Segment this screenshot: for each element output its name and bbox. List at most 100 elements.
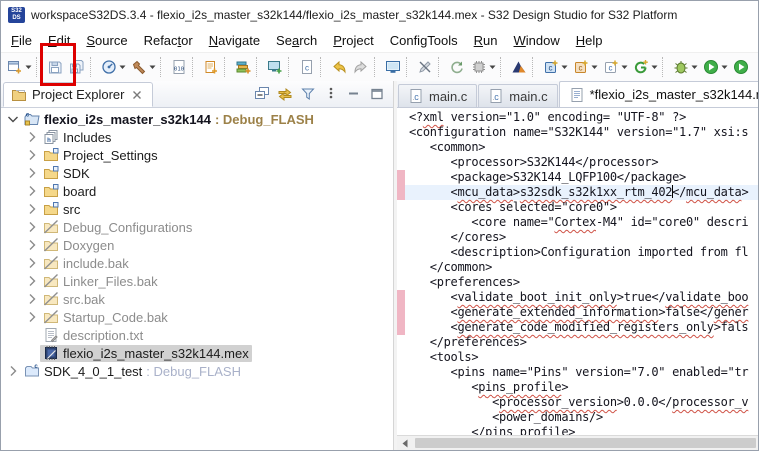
tree-item-debug-configurations[interactable]: Debug_Configurations — [1, 218, 393, 236]
code-line[interactable]: <generate_code_modified_registers_only>f… — [397, 320, 758, 335]
editor-tab-main-c[interactable]: c. main.c — [478, 84, 558, 107]
generate-code-button[interactable] — [630, 55, 660, 79]
code-line[interactable]: <mcu_data>s32sdk_s32k1xx_rtm_402</mcu_da… — [397, 185, 758, 200]
tree-item-flexio-i2s-master-s32k144[interactable]: c flexio_i2s_master_s32k144: Debug_FLASH — [1, 110, 393, 128]
binary-console-button[interactable]: 010 — [168, 55, 190, 79]
close-icon[interactable] — [129, 87, 145, 103]
tree-item-include-bak[interactable]: include.bak — [1, 254, 393, 272]
run-last-button[interactable] — [730, 55, 752, 79]
new-cpp-project-dropdown-icon[interactable] — [561, 65, 568, 70]
code-line[interactable]: <validate_boot_init_only>true</validate_… — [397, 290, 758, 305]
editor-tab-main-c[interactable]: c. main.c — [398, 84, 478, 107]
tree-item-description-txt[interactable]: description.txt — [1, 326, 393, 344]
menu-source[interactable]: Source — [78, 30, 135, 51]
code-line[interactable]: <cores selected="core0"> — [397, 200, 758, 215]
code-line[interactable]: <pins_profile> — [397, 380, 758, 395]
peripherals-button[interactable] — [232, 55, 254, 79]
chevron-right-icon[interactable] — [24, 165, 40, 181]
chevron-right-icon[interactable] — [24, 219, 40, 235]
tree-item-includes[interactable]: h Includes — [1, 128, 393, 146]
tree-item-startup-code-bak[interactable]: Startup_Code.bak — [1, 308, 393, 326]
tree-item-linker-files-bak[interactable]: Linker_Files.bak — [1, 272, 393, 290]
forward-button[interactable] — [350, 55, 372, 79]
target-device-dropdown-icon[interactable] — [489, 65, 496, 70]
menu-search[interactable]: Search — [268, 30, 325, 51]
chevron-down-icon[interactable] — [5, 111, 21, 127]
generate-code-dropdown-icon[interactable] — [651, 65, 658, 70]
menu-configtools[interactable]: ConfigTools — [382, 30, 466, 51]
run-button[interactable] — [700, 55, 730, 79]
tree-item-board[interactable]: board — [1, 182, 393, 200]
chevron-right-icon[interactable] — [24, 147, 40, 163]
back-button[interactable] — [328, 55, 350, 79]
tree-item-flexio-i2s-master-s32k144-mex[interactable]: flexio_i2s_master_s32k144.mex — [1, 344, 393, 362]
menu-refactor[interactable]: Refactor — [136, 30, 201, 51]
code-line[interactable]: <tools> — [397, 350, 758, 365]
new-debug-config-button[interactable] — [264, 55, 286, 79]
new-c-project-button[interactable]: c — [570, 55, 600, 79]
code-line[interactable]: <processor>S32K144</processor> — [397, 155, 758, 170]
analysis-button[interactable] — [508, 55, 530, 79]
menu-window[interactable]: Window — [506, 30, 568, 51]
chevron-right-icon[interactable] — [24, 183, 40, 199]
new-dropdown-icon[interactable] — [25, 65, 32, 70]
tree-item-src[interactable]: src — [1, 200, 393, 218]
tree-item-sdk[interactable]: SDK — [1, 164, 393, 182]
flash-programmer-button[interactable] — [446, 55, 468, 79]
code-line[interactable]: <preferences> — [397, 275, 758, 290]
debug-button[interactable] — [670, 55, 700, 79]
run-dropdown-icon[interactable] — [721, 65, 728, 70]
menu-help[interactable]: Help — [568, 30, 611, 51]
chevron-right-icon[interactable] — [24, 129, 40, 145]
chevron-right-icon[interactable] — [24, 201, 40, 217]
c-file-button[interactable]: c — [296, 55, 318, 79]
new-project-dropdown-icon[interactable] — [621, 65, 628, 70]
code-line[interactable]: <processor_version>0.0.0</processor_v — [397, 395, 758, 410]
scroll-left-arrow-icon[interactable] — [397, 436, 413, 450]
code-line[interactable]: <pins name="Pins" version="7.0" enabled=… — [397, 365, 758, 380]
minimize-button[interactable] — [346, 86, 362, 102]
code-line[interactable]: <generate_extended_information>false</ge… — [397, 305, 758, 320]
editor-tab-flexio-i2s-master-s32k144-mex[interactable]: *flexio_i2s_master_s32k144.mex — [558, 81, 758, 107]
new-cpp-project-button[interactable]: c — [540, 55, 570, 79]
chevron-right-icon[interactable] — [24, 237, 40, 253]
code-line[interactable]: <description>Configuration imported from… — [397, 245, 758, 260]
build-button[interactable] — [128, 55, 158, 79]
collapse-all-button[interactable] — [254, 86, 270, 102]
tree-item-src-bak[interactable]: src.bak — [1, 290, 393, 308]
new-config-button[interactable] — [200, 55, 222, 79]
code-line[interactable]: <?xml version="1.0" encoding= "UTF-8" ?> — [397, 110, 758, 125]
chevron-right-icon[interactable] — [5, 363, 21, 379]
chevron-right-icon[interactable] — [24, 291, 40, 307]
code-line[interactable]: </common> — [397, 260, 758, 275]
link-with-editor-button[interactable] — [277, 86, 293, 102]
tree-item-doxygen[interactable]: Doxygen — [1, 236, 393, 254]
code-line[interactable]: <package>S32K144_LQFP100</package> — [397, 170, 758, 185]
code-line[interactable]: </cores> — [397, 230, 758, 245]
menu-run[interactable]: Run — [466, 30, 506, 51]
code-line[interactable]: </preferences> — [397, 335, 758, 350]
view-menu-button[interactable] — [323, 86, 339, 102]
target-device-button[interactable] — [468, 55, 498, 79]
new-button[interactable] — [4, 55, 34, 79]
tree-item-sdk-4-0-1-test[interactable]: c SDK_4_0_1_test: Debug_FLASH — [1, 362, 393, 380]
chevron-right-icon[interactable] — [24, 309, 40, 325]
code-line[interactable]: <power_domains/> — [397, 410, 758, 425]
chevron-right-icon[interactable] — [24, 255, 40, 271]
config-tools-button[interactable] — [98, 55, 128, 79]
new-project-button[interactable]: c — [600, 55, 630, 79]
filter-button[interactable] — [300, 86, 316, 102]
menu-navigate[interactable]: Navigate — [201, 30, 268, 51]
tab-project-explorer[interactable]: Project Explorer — [3, 82, 154, 107]
terminal-button[interactable] — [382, 55, 404, 79]
build-dropdown-icon[interactable] — [149, 65, 156, 70]
debug-dropdown-icon[interactable] — [691, 65, 698, 70]
tree-item-project-settings[interactable]: Project_Settings — [1, 146, 393, 164]
editor-hscrollbar[interactable] — [397, 435, 758, 450]
config-tools-dropdown-icon[interactable] — [119, 65, 126, 70]
menu-file[interactable]: File — [3, 30, 40, 51]
new-c-project-dropdown-icon[interactable] — [591, 65, 598, 70]
code-line[interactable]: <configuration name="S32K144" version="1… — [397, 125, 758, 140]
menu-project[interactable]: Project — [325, 30, 381, 51]
chevron-right-icon[interactable] — [24, 273, 40, 289]
